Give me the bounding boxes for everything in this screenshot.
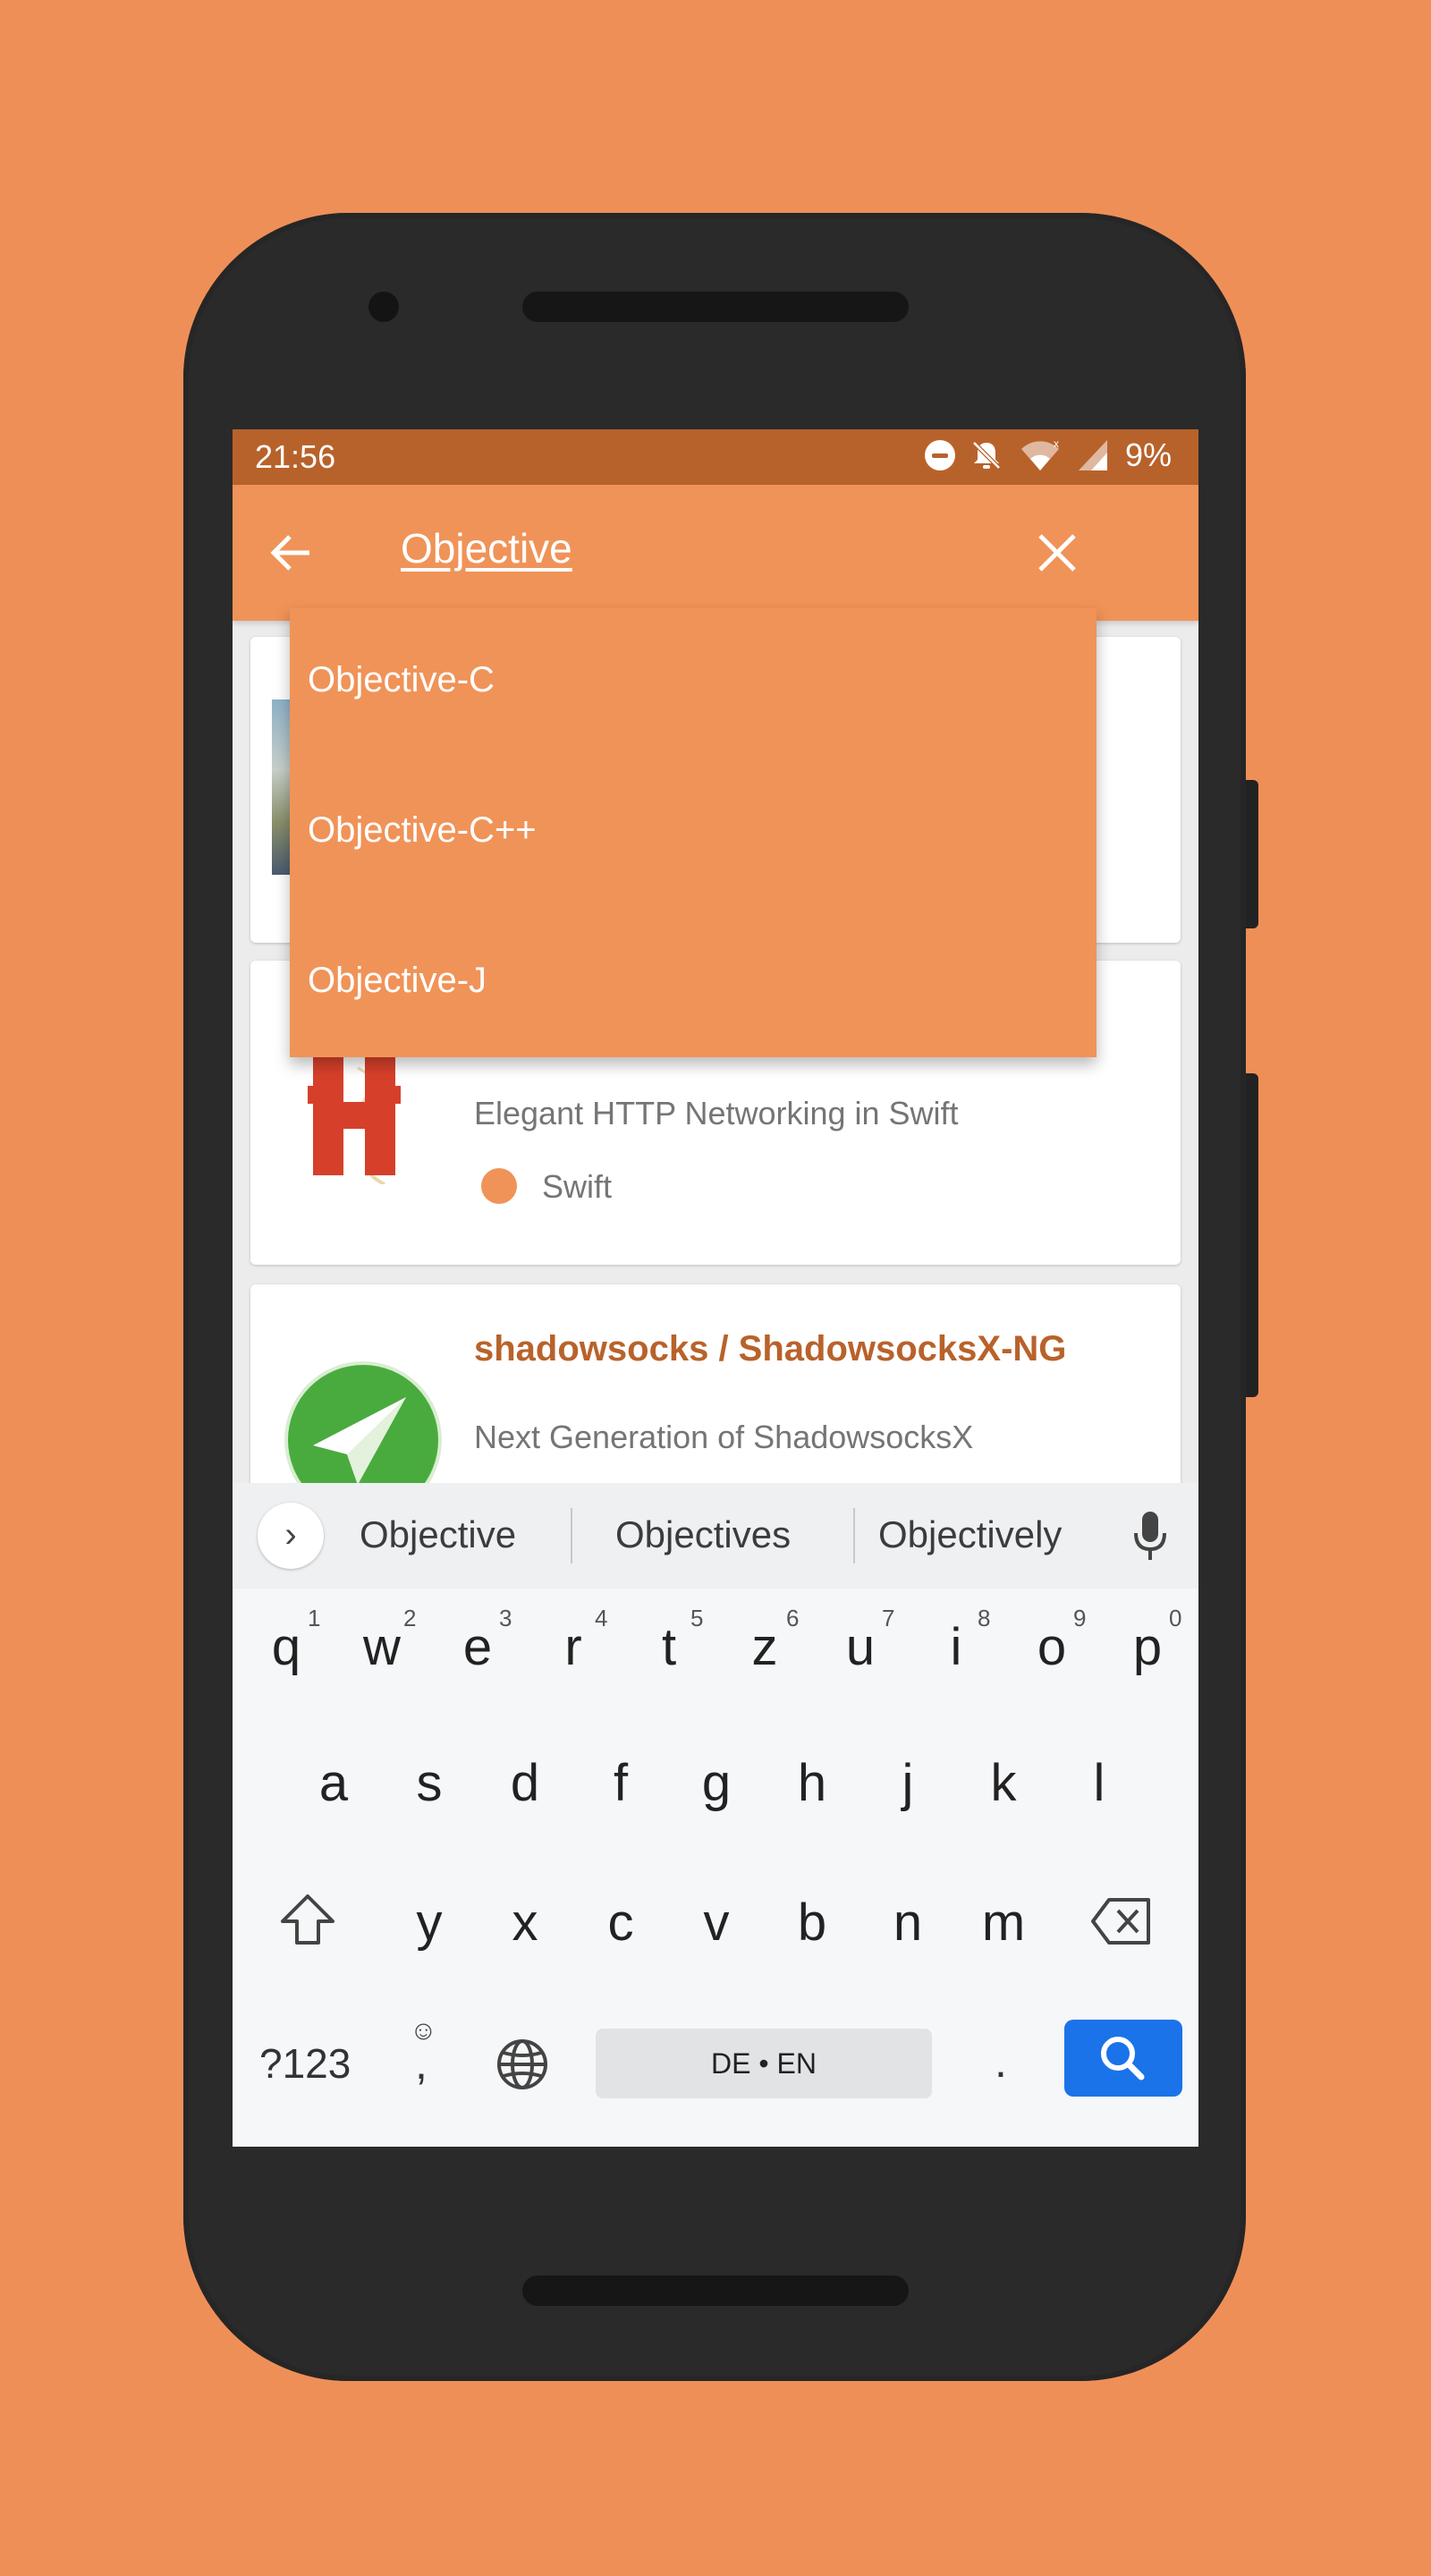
key-hint: 4 (595, 1605, 608, 1631)
key-hint: 7 (882, 1605, 895, 1631)
suggestion[interactable]: Objectively (878, 1513, 1062, 1556)
search-icon (1101, 2037, 1145, 2080)
autocomplete-dropdown: Objective-C Objective-C++ Objective-J (290, 608, 1097, 1057)
volume-button (1246, 1073, 1258, 1397)
wifi-icon: x (1020, 438, 1059, 470)
repo-description: Elegant HTTP Networking in Swift (474, 1095, 959, 1131)
screen: 21:56 x 9% Objective Elegant HTTP Networ… (233, 429, 1198, 2147)
key-hint: 3 (499, 1605, 512, 1631)
repo-avatar (295, 1041, 420, 1186)
key-hint: 0 (1169, 1605, 1182, 1631)
autocomplete-option[interactable]: Objective-J (308, 961, 487, 1001)
shift-icon[interactable] (279, 1891, 336, 1948)
suggestion-divider (571, 1508, 572, 1563)
repo-title[interactable]: shadowsocks / ShadowsocksX-NG (474, 1329, 1066, 1369)
suggestion[interactable]: Objective (360, 1513, 516, 1556)
key-x[interactable]: x (485, 1893, 565, 1953)
key-j[interactable]: j (868, 1753, 948, 1813)
key-v[interactable]: v (676, 1893, 757, 1953)
suggestion[interactable]: Objectives (615, 1513, 791, 1556)
key-y[interactable]: y (389, 1893, 470, 1953)
key-k[interactable]: k (963, 1753, 1044, 1813)
repo-description: Next Generation of ShadowsocksX (474, 1419, 974, 1455)
key-hint: 5 (690, 1605, 704, 1631)
key-h[interactable]: h (772, 1753, 852, 1813)
key-n[interactable]: n (868, 1893, 948, 1953)
soft-keyboard: › Objective Objectives Objectively q w e… (233, 1483, 1198, 2147)
notifications-off-icon (972, 441, 1001, 470)
key-m[interactable]: m (963, 1893, 1044, 1953)
key-d[interactable]: d (485, 1753, 565, 1813)
language-color-dot (481, 1168, 517, 1204)
back-arrow-icon[interactable] (268, 526, 326, 580)
comma-key[interactable]: , (415, 2038, 451, 2089)
repo-language: Swift (542, 1168, 613, 1205)
status-bar: 21:56 x 9% (233, 429, 1198, 485)
key-hint: 1 (308, 1605, 321, 1631)
period-key[interactable]: . (995, 2036, 1021, 2088)
bottom-speaker (522, 2275, 909, 2306)
key-f[interactable]: f (580, 1753, 661, 1813)
key-hint: 8 (978, 1605, 991, 1631)
suggestion-divider (853, 1508, 855, 1563)
key-hint: 2 (403, 1605, 417, 1631)
backspace-icon[interactable] (1089, 1894, 1154, 1948)
power-button (1246, 780, 1258, 928)
globe-icon[interactable] (495, 2038, 549, 2091)
key-g[interactable]: g (676, 1753, 757, 1813)
key-c[interactable]: c (580, 1893, 661, 1953)
signal-icon (1078, 440, 1107, 470)
space-bar[interactable]: DE • EN (596, 2029, 932, 2098)
search-input[interactable]: Objective (401, 524, 572, 572)
key-a[interactable]: a (293, 1753, 374, 1813)
battery-level: 9% (1124, 436, 1172, 473)
clear-search-icon[interactable] (1025, 521, 1089, 585)
key-hint: 9 (1073, 1605, 1087, 1631)
autocomplete-option[interactable]: Objective-C++ (308, 810, 537, 851)
microphone-icon[interactable] (1132, 1510, 1168, 1563)
key-s[interactable]: s (389, 1753, 470, 1813)
do-not-disturb-icon (924, 440, 955, 470)
front-camera (368, 292, 399, 322)
status-time: 21:56 (255, 438, 336, 475)
status-icons: x 9% (924, 436, 1172, 474)
svg-text:x: x (1054, 438, 1059, 450)
autocomplete-option[interactable]: Objective-C (308, 660, 495, 700)
symbols-key[interactable]: ?123 (259, 2039, 351, 2088)
key-b[interactable]: b (772, 1893, 852, 1953)
key-l[interactable]: l (1059, 1753, 1139, 1813)
earpiece-speaker (522, 292, 909, 322)
search-app-bar: Objective (233, 485, 1198, 621)
search-submit-button[interactable] (1064, 2020, 1182, 2097)
key-hint: 6 (786, 1605, 800, 1631)
expand-suggestions-chevron-icon[interactable]: › (258, 1503, 324, 1569)
suggestion-bar: › Objective Objectives Objectively (233, 1483, 1198, 1589)
